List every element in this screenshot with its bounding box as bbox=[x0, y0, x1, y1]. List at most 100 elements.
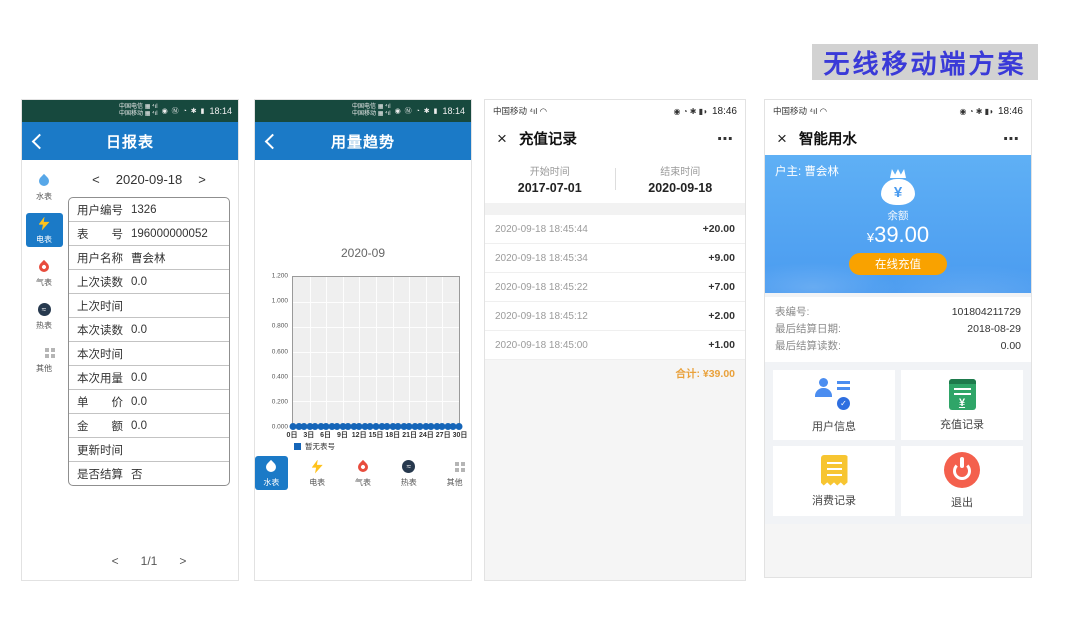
x-tick-label: 0日 bbox=[287, 430, 298, 440]
water-meter-icon bbox=[263, 459, 279, 475]
recharge-record-row: 2020-09-18 18:45:12 +2.00 bbox=[485, 302, 745, 331]
carrier-2: 中国移动 ▦ ⁴ıl bbox=[119, 111, 158, 118]
empty-area bbox=[765, 524, 1031, 577]
meter-tab-electric-meter[interactable]: 电表 bbox=[26, 213, 63, 247]
app-header: × 智能用水 ⋯ bbox=[765, 122, 1031, 155]
other-meter-icon bbox=[36, 345, 52, 361]
x-tick-label: 6日 bbox=[320, 430, 331, 440]
online-recharge-button[interactable]: 在线充值 bbox=[849, 253, 947, 275]
record-amount: +20.00 bbox=[703, 223, 735, 235]
field-row: 用户编号1326 bbox=[69, 198, 229, 222]
date-filter-bar: 开始时间 2017-07-01 结束时间 2020-09-18 bbox=[485, 155, 745, 203]
page-title: 用量趋势 bbox=[255, 131, 471, 152]
info-label: 最后结算日期: bbox=[775, 321, 841, 338]
field-label: 本次读数 bbox=[77, 322, 123, 338]
record-amount: +2.00 bbox=[708, 310, 735, 322]
field-label: 表 号 bbox=[77, 226, 123, 242]
info-value: 2018-08-29 bbox=[967, 321, 1021, 338]
meter-tab-heat-meter[interactable]: ≈热表 bbox=[392, 456, 425, 490]
meter-tab-water-meter[interactable]: 水表 bbox=[255, 456, 288, 490]
logout-icon bbox=[944, 452, 980, 488]
recharge-record-row: 2020-09-18 18:45:22+7.00 bbox=[485, 273, 745, 302]
action-card-logout[interactable]: 退出 bbox=[901, 446, 1023, 516]
empty-area bbox=[485, 387, 745, 580]
page-next-button[interactable]: > bbox=[179, 554, 186, 568]
electric-meter-icon bbox=[36, 216, 52, 232]
chart-body: 2020-09 1.2001.0000.8000.6000.4000.2000.… bbox=[255, 160, 471, 580]
info-value: 0.00 bbox=[1001, 338, 1021, 355]
record-amount: +9.00 bbox=[708, 252, 735, 264]
page-title: 日报表 bbox=[22, 131, 238, 152]
close-icon[interactable]: × bbox=[777, 130, 787, 147]
phone-smart-water: 中国移动 ⁴ıl ◠ ◉ ◔ ✱ ▮◗ 18:46 × 智能用水 ⋯ 户主: 曹… bbox=[765, 100, 1031, 577]
section-divider bbox=[485, 203, 745, 215]
page-title: 充值记录 bbox=[519, 128, 577, 149]
record-time: 2020-09-18 18:45:12 bbox=[495, 311, 588, 322]
app-header: × 充值记录 ⋯ bbox=[485, 122, 745, 155]
heat-meter-icon: ≈ bbox=[36, 302, 52, 318]
field-value: 1326 bbox=[131, 204, 157, 216]
info-row: 最后结算读数: 0.00 bbox=[775, 338, 1021, 355]
action-grid: ✓用户信息¥充值记录消费记录退出 bbox=[765, 362, 1031, 524]
currency-symbol: ¥ bbox=[867, 230, 874, 245]
date-next-button[interactable]: > bbox=[198, 172, 206, 187]
date-nav: < 2020-09-18 > bbox=[68, 172, 230, 187]
start-date-filter[interactable]: 开始时间 2017-07-01 bbox=[485, 163, 615, 195]
action-card-user-info[interactable]: ✓用户信息 bbox=[773, 370, 895, 440]
action-card-recharge-record[interactable]: ¥充值记录 bbox=[901, 370, 1023, 440]
info-label: 最后结算读数: bbox=[775, 338, 841, 355]
y-tick-label: 0.400 bbox=[272, 373, 288, 380]
action-card-consume-record[interactable]: 消费记录 bbox=[773, 446, 895, 516]
total-amount: 合计: ¥39.00 bbox=[485, 360, 745, 387]
field-label: 上次读数 bbox=[77, 274, 123, 290]
home-body: 户主: 曹会林 ¥ 余额 ¥39.00 在线充值 表编号:10180421172… bbox=[765, 155, 1031, 577]
record-time: 2020-09-18 18:45:44 bbox=[495, 224, 588, 235]
record-time: 2020-09-18 18:45:34 bbox=[495, 253, 588, 264]
meter-tab-heat-meter[interactable]: ≈ 热表 bbox=[26, 299, 63, 333]
report-content: < 2020-09-18 > 用户编号1326表 号196000000052用户… bbox=[66, 160, 238, 580]
field-row: 本次时间 bbox=[69, 342, 229, 366]
field-row: 表 号196000000052 bbox=[69, 222, 229, 246]
status-icons: ◉ ◔ ✱ ▮◗ bbox=[674, 107, 708, 116]
end-date-value: 2020-09-18 bbox=[616, 181, 746, 195]
gridline-v bbox=[376, 277, 377, 426]
end-date-filter[interactable]: 结束时间 2020-09-18 bbox=[616, 163, 746, 195]
meter-tab-water-meter[interactable]: 水表 bbox=[26, 170, 63, 204]
x-tick-label: 3日 bbox=[303, 430, 314, 440]
more-menu-icon[interactable]: ⋯ bbox=[717, 129, 733, 149]
gridline-v bbox=[409, 277, 410, 426]
phone-daily-report: 中国电信 ▦ ⁴ıl 中国移动 ▦ ⁴ıl ◉ Ⓝ ◔ ✱ ▮ 18:14 日报… bbox=[22, 100, 238, 580]
field-row: 更新时间 bbox=[69, 438, 229, 462]
field-value: 0.0 bbox=[131, 396, 147, 408]
record-amount: +1.00 bbox=[708, 339, 735, 351]
field-label: 上次时间 bbox=[77, 298, 123, 314]
start-date-value: 2017-07-01 bbox=[485, 181, 615, 195]
date-prev-button[interactable]: < bbox=[92, 172, 100, 187]
tab-label: 热表 bbox=[36, 320, 52, 331]
x-tick-label: 24日 bbox=[419, 430, 434, 440]
tab-label: 其他 bbox=[36, 363, 52, 374]
y-tick-label: 1.000 bbox=[272, 298, 288, 305]
meter-tab-other-meter[interactable]: 其他 bbox=[26, 342, 63, 376]
meter-tab-electric-meter[interactable]: 电表 bbox=[301, 456, 334, 490]
field-label: 更新时间 bbox=[77, 442, 123, 458]
balance-card: 户主: 曹会林 ¥ 余额 ¥39.00 在线充值 bbox=[765, 155, 1031, 293]
action-label: 退出 bbox=[951, 494, 973, 510]
meter-tab-other-meter[interactable]: 其他 bbox=[438, 456, 471, 490]
report-body: 水表电表气表 ≈ 热表其他 < 2020-09-18 > 用户编号1326表 号19… bbox=[22, 160, 238, 580]
close-icon[interactable]: × bbox=[497, 130, 507, 147]
banner-title: 无线移动端方案 bbox=[812, 44, 1038, 80]
balance-value: ¥39.00 bbox=[867, 224, 929, 246]
carrier-signal: 中国移动 ⁴ıl ◠ bbox=[773, 105, 827, 117]
usage-chart: 1.2001.0000.8000.6000.4000.2000.0000日3日6… bbox=[292, 276, 460, 427]
more-menu-icon[interactable]: ⋯ bbox=[1003, 129, 1019, 149]
tab-label: 其他 bbox=[447, 477, 463, 488]
field-row: 上次读数0.0 bbox=[69, 270, 229, 294]
status-icons: ◉ ◔ ✱ ▮◗ bbox=[960, 107, 994, 116]
legend-swatch bbox=[294, 443, 301, 450]
x-tick-label: 18日 bbox=[385, 430, 400, 440]
meter-tab-gas-meter[interactable]: 气表 bbox=[26, 256, 63, 290]
field-value: 否 bbox=[131, 466, 143, 482]
meter-tab-gas-meter[interactable]: 气表 bbox=[347, 456, 380, 490]
page-prev-button[interactable]: < bbox=[112, 554, 119, 568]
